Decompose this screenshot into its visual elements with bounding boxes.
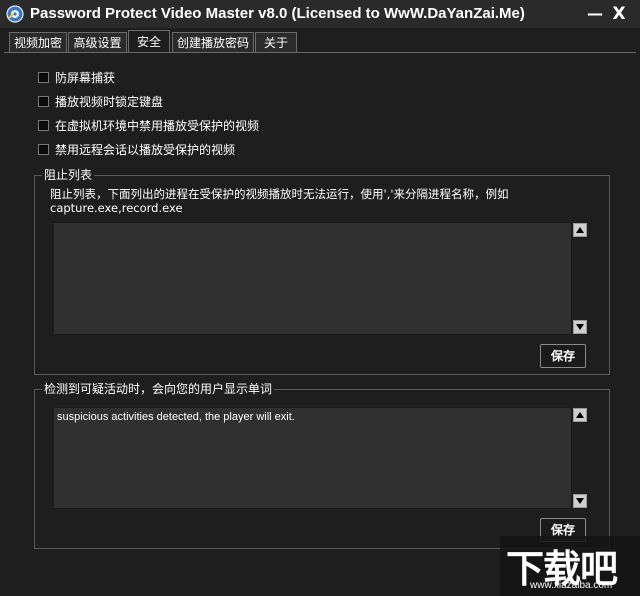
scroll-up-button[interactable] [573, 408, 587, 422]
detection-message-title: 检测到可疑活动时，会向您的用户显示单词 [42, 382, 275, 396]
option-lock-keyboard[interactable]: 播放视频时锁定键盘 [38, 92, 163, 110]
title-bar: Password Protect Video Master v8.0 (Lice… [0, 0, 640, 28]
detection-message-textarea[interactable]: suspicious activities detected, the play… [53, 407, 572, 509]
scroll-down-button[interactable] [573, 494, 587, 508]
tab-bar: 视频加密 高级设置 安全 创建播放密码 关于 [0, 28, 640, 53]
option-anti-screen-capture[interactable]: 防屏幕捕获 [38, 68, 115, 86]
option-label: 播放视频时锁定键盘 [55, 94, 164, 109]
detection-message-scrollbar[interactable] [572, 407, 588, 509]
arrow-down-icon [576, 324, 584, 330]
checkbox[interactable] [38, 119, 49, 131]
detection-message-value: suspicious activities detected, the play… [57, 411, 295, 423]
window-title: Password Protect Video Master v8.0 (Lice… [30, 5, 525, 22]
option-label: 在虚拟机环境中禁用播放受保护的视频 [55, 118, 260, 133]
option-disable-vm[interactable]: 在虚拟机环境中禁用播放受保护的视频 [38, 116, 259, 134]
checkbox[interactable] [38, 143, 49, 155]
tab-divider [4, 52, 636, 53]
close-button[interactable]: X [608, 3, 630, 25]
option-label: 防屏幕捕获 [55, 70, 116, 85]
tab-video-encryption[interactable]: 视频加密 [9, 32, 67, 52]
watermark-url: www.xiazaiba.com [530, 580, 613, 591]
minimize-button[interactable]: — [584, 3, 606, 25]
scroll-down-button[interactable] [573, 320, 587, 334]
block-list-scrollbar[interactable] [572, 222, 588, 335]
tab-about[interactable]: 关于 [255, 32, 297, 52]
option-disable-remote-session[interactable]: 禁用远程会话以播放受保护的视频 [38, 140, 235, 158]
block-list-save-button[interactable]: 保存 [540, 344, 586, 368]
block-list-description-line2: capture.exe,record.exe [50, 201, 183, 215]
tab-advanced-settings[interactable]: 高级设置 [68, 32, 127, 52]
arrow-up-icon [576, 227, 584, 233]
option-label: 禁用远程会话以播放受保护的视频 [55, 142, 236, 157]
tab-security[interactable]: 安全 [128, 30, 170, 53]
arrow-up-icon [576, 412, 584, 418]
block-list-description-line1: 阻止列表，下面列出的进程在受保护的视频播放时无法运行，使用','来分隔进程名称，… [50, 187, 509, 201]
block-list-textarea[interactable] [53, 222, 572, 335]
watermark: 下载吧 www.xiazaiba.com [500, 536, 640, 596]
scroll-up-button[interactable] [573, 223, 587, 237]
checkbox[interactable] [38, 71, 49, 83]
app-logo-icon [6, 5, 24, 23]
tab-create-play-password[interactable]: 创建播放密码 [172, 32, 254, 52]
block-list-title: 阻止列表 [42, 168, 95, 182]
checkbox[interactable] [38, 95, 49, 107]
arrow-down-icon [576, 498, 584, 504]
